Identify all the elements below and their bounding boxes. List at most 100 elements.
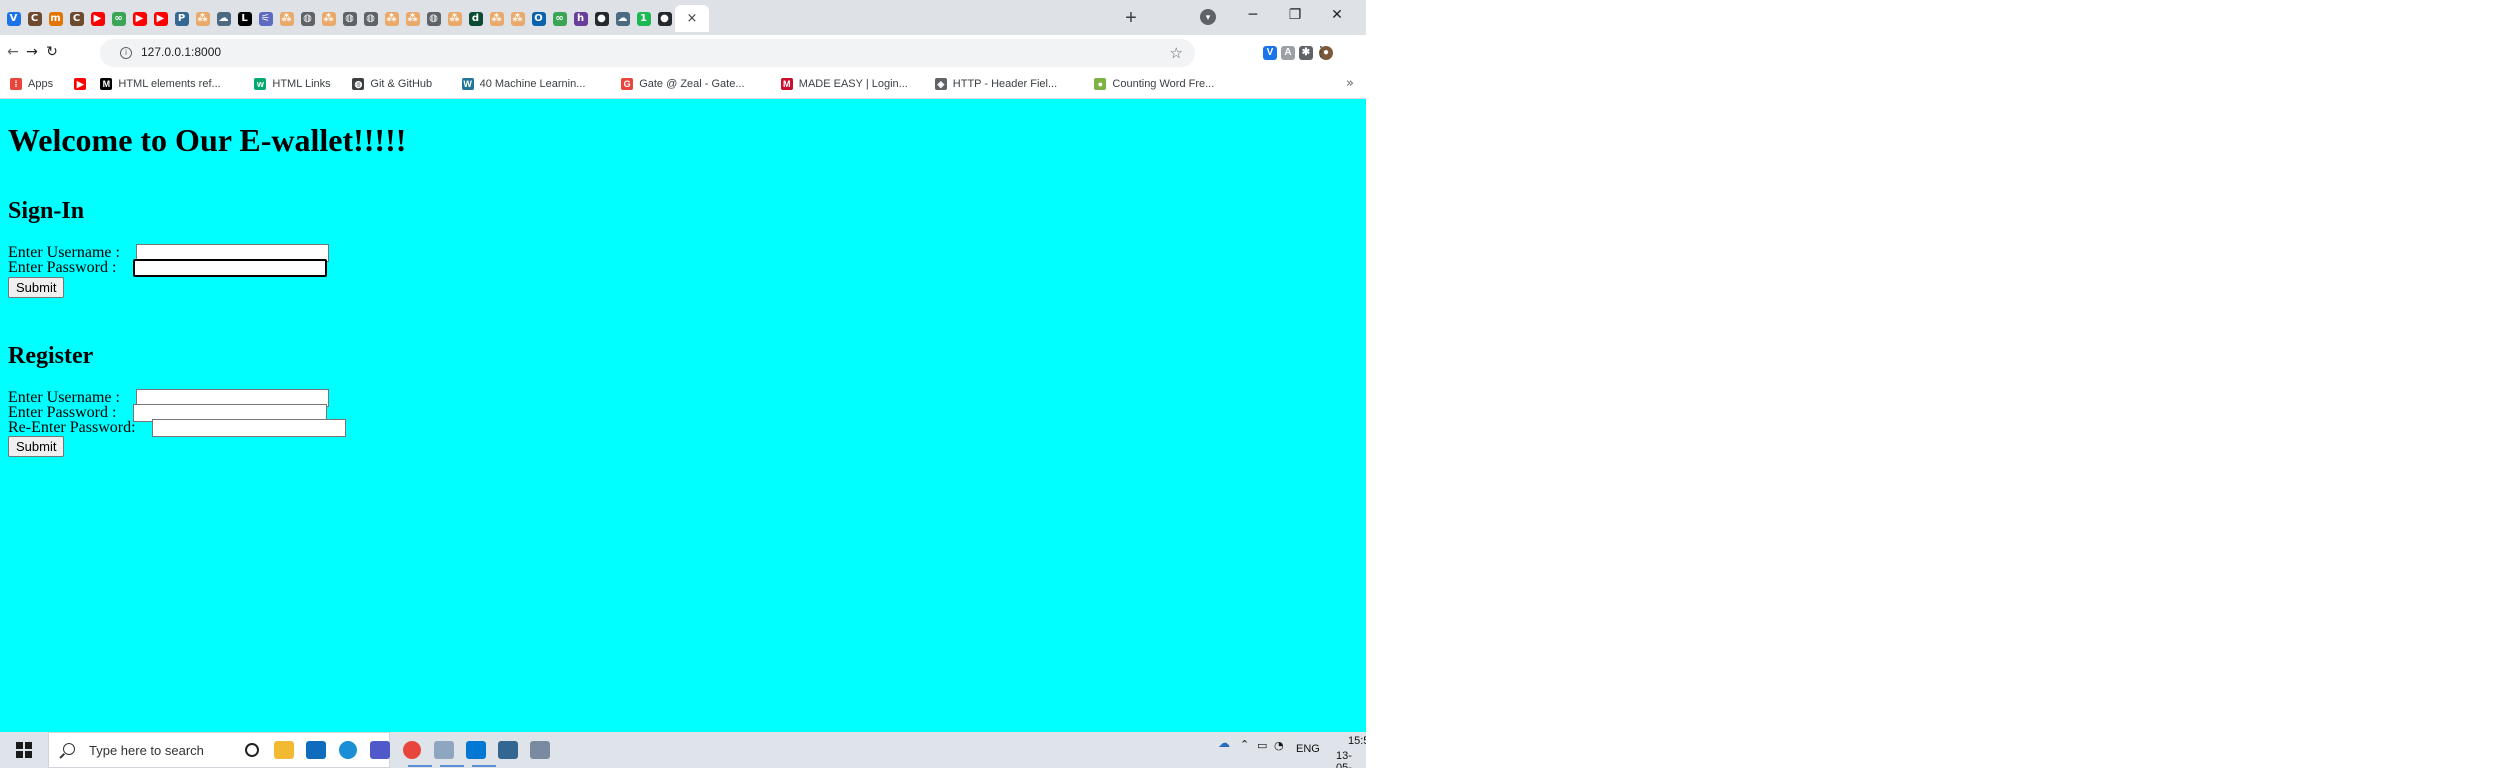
browser-tab[interactable]: ▶: [150, 5, 171, 32]
back-button[interactable]: ←: [3, 42, 23, 62]
translate-icon[interactable]: A: [1281, 46, 1295, 60]
taskbar-search-placeholder: Type here to search: [89, 743, 204, 758]
edge-taskbar-button[interactable]: [332, 732, 364, 768]
start-button[interactable]: [0, 732, 48, 768]
browser-tab[interactable]: ⁂: [402, 5, 423, 32]
bookmark-label: HTTP - Header Fiel...: [952, 78, 1058, 90]
mail-icon: [306, 741, 326, 759]
teams-taskbar-button[interactable]: [364, 732, 396, 768]
vivaldi-v-icon[interactable]: V: [1263, 46, 1277, 60]
close-tab-icon[interactable]: ×: [687, 11, 698, 26]
wifi-icon[interactable]: ◔: [1274, 739, 1284, 752]
browser-tab[interactable]: m: [45, 5, 66, 32]
youtube-icon: ▶: [90, 11, 105, 26]
globe-icon: ◍: [352, 78, 365, 90]
clock-time[interactable]: 15:57: [1348, 735, 1366, 747]
browser-tab[interactable]: ⁂: [507, 5, 528, 32]
browser-tab[interactable]: ▶: [87, 5, 108, 32]
youtube-icon: ▶: [153, 11, 168, 26]
flame-icon: ⁂: [447, 11, 462, 26]
tab-search-icon[interactable]: ▾: [1200, 9, 1216, 25]
bookmark-item[interactable]: ◍ Git & GitHub: [352, 77, 432, 91]
browser-tab[interactable]: ∞: [108, 5, 129, 32]
youtube-icon: ▶: [132, 11, 147, 26]
forward-button[interactable]: →: [22, 42, 42, 62]
window-app-taskbar-button[interactable]: [524, 732, 556, 768]
register-reenter-password-input[interactable]: [152, 419, 346, 437]
h-icon: h: [573, 11, 588, 26]
browser-tab[interactable]: ⚟: [255, 5, 276, 32]
browser-tab[interactable]: d: [465, 5, 486, 32]
language-indicator[interactable]: ENG: [1296, 743, 1320, 755]
browser-tab[interactable]: ☁: [213, 5, 234, 32]
postgres-taskbar-button[interactable]: [492, 732, 524, 768]
chrome-menu-icon[interactable]: ⋮: [1311, 42, 1331, 62]
browser-tab[interactable]: O: [528, 5, 549, 32]
browser-tab[interactable]: C: [66, 5, 87, 32]
file-explorer-taskbar-button[interactable]: [268, 732, 300, 768]
browser-tab[interactable]: L: [234, 5, 255, 32]
browser-toolbar: ← → ↻ i 127.0.0.1:8000 ☆ V A ✱ ● ⋮: [0, 35, 1366, 70]
mail-taskbar-button[interactable]: [300, 732, 332, 768]
signin-submit-button[interactable]: Submit: [8, 277, 65, 298]
browser-tab[interactable]: ●: [591, 5, 612, 32]
bookmark-item[interactable]: ▶: [74, 77, 87, 91]
new-tab-button[interactable]: +: [1118, 6, 1144, 30]
restore-button[interactable]: ❐: [1280, 4, 1310, 26]
bookmark-item[interactable]: M HTML elements ref...: [100, 77, 221, 91]
browser-tab[interactable]: V: [3, 5, 24, 32]
browser-tab[interactable]: C: [24, 5, 45, 32]
close-window-button[interactable]: ✕: [1322, 4, 1352, 26]
browser-tab[interactable]: ◍: [297, 5, 318, 32]
signin-password-input[interactable]: [133, 259, 327, 277]
task-view-taskbar-button[interactable]: [236, 732, 268, 768]
bookmark-item[interactable]: ⁞ Apps: [10, 77, 53, 91]
browser-tab[interactable]: ●: [654, 5, 675, 32]
browser-tab[interactable]: 1: [633, 5, 654, 32]
browser-tab[interactable]: ⁂: [318, 5, 339, 32]
browser-tab[interactable]: ◍: [360, 5, 381, 32]
windows-logo-icon: [16, 742, 32, 758]
bookmark-star-icon[interactable]: ☆: [1170, 44, 1183, 62]
browser-tab[interactable]: ⁂: [276, 5, 297, 32]
diamond-icon: ◈: [934, 78, 947, 90]
info-icon[interactable]: i: [120, 47, 132, 59]
browser-tab[interactable]: ⁂: [381, 5, 402, 32]
bookmarks-overflow-button[interactable]: »: [1346, 76, 1354, 91]
browser-tab[interactable]: ☁: [612, 5, 633, 32]
sql-taskbar-button[interactable]: [428, 732, 464, 768]
register-submit-button[interactable]: Submit: [8, 436, 65, 457]
browser-tab[interactable]: ◍: [339, 5, 360, 32]
browser-tab[interactable]: ⁂: [486, 5, 507, 32]
l-icon: L: [237, 11, 252, 26]
browser-tab[interactable]: P: [171, 5, 192, 32]
browser-tab[interactable]: ◍: [423, 5, 444, 32]
register-reenter-label: Re-Enter Password:: [8, 419, 136, 436]
bookmark-item[interactable]: G Gate @ Zeal - Gate...: [621, 77, 745, 91]
browser-tab[interactable]: h: [570, 5, 591, 32]
clock-date[interactable]: 13-05-2021: [1336, 750, 1366, 768]
bookmark-item[interactable]: ● Counting Word Fre...: [1094, 77, 1214, 91]
minimize-button[interactable]: ─: [1238, 4, 1268, 26]
reload-button[interactable]: ↻: [42, 42, 62, 62]
address-bar[interactable]: i 127.0.0.1:8000 ☆: [100, 39, 1195, 67]
weather-icon[interactable]: ☁: [1218, 736, 1230, 750]
outlook-icon: O: [531, 11, 546, 26]
chrome-taskbar-button[interactable]: [396, 732, 432, 768]
vscode-taskbar-button[interactable]: [460, 732, 496, 768]
bookmark-item[interactable]: W 40 Machine Learnin...: [461, 77, 585, 91]
bookmark-item[interactable]: ◈ HTTP - Header Fiel...: [934, 77, 1058, 91]
bookmark-item[interactable]: M MADE EASY | Login...: [780, 77, 908, 91]
browser-tab[interactable]: ▶: [129, 5, 150, 32]
browser-tab[interactable]: ⁂: [192, 5, 213, 32]
bookmark-item[interactable]: w HTML Links: [254, 77, 331, 91]
bookmark-label: Git & GitHub: [370, 78, 433, 90]
tab-strip: V Cm C ▶ ∞ ▶ ▶ P ⁂ ☁ L ⚟ ⁂ ◍ ⁂ ◍ ◍ ⁂ ⁂ ◍ ⁂ d ⁂ ⁂ O ∞ h ● ☁ 1 ● ×: [0, 0, 1366, 35]
chevron-up-icon[interactable]: ⌃: [1240, 738, 1249, 751]
active-tab[interactable]: ×: [675, 5, 709, 32]
url-text[interactable]: 127.0.0.1:8000: [141, 45, 221, 59]
browser-tab[interactable]: ∞: [549, 5, 570, 32]
battery-icon[interactable]: ▭: [1257, 739, 1267, 752]
browser-tab[interactable]: ⁂: [444, 5, 465, 32]
postgres-icon: P: [174, 11, 189, 26]
